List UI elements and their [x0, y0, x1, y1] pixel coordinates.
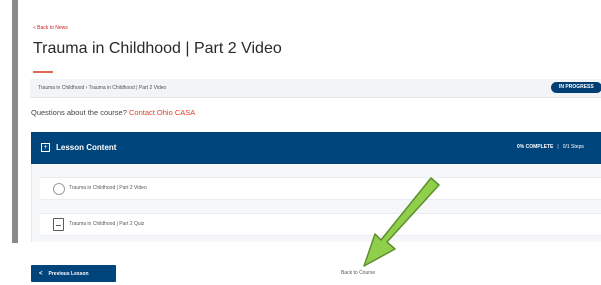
progress-steps: 0/1 Steps: [562, 144, 584, 150]
quiz-icon: [53, 218, 64, 231]
progress-indicator: 0% COMPLETE | 0/1 Steps: [517, 144, 584, 150]
breadcrumb-bar: Trauma in Childhood › Trauma in Childhoo…: [30, 79, 601, 98]
back-to-news-link[interactable]: « Back to News: [33, 25, 68, 31]
lesson-item[interactable]: Trauma in Childhood | Part 2 Quiz: [40, 213, 601, 236]
questions-text: Questions about the course?: [31, 108, 127, 117]
arrow-shape: [363, 177, 440, 267]
window-edge: [0, 0, 8, 285]
side-border: [12, 0, 18, 243]
questions-line: Questions about the course? Contact Ohio…: [31, 108, 195, 117]
lesson-content-header[interactable]: + Lesson Content 0% COMPLETE | 0/1 Steps: [31, 132, 601, 164]
title-divider: [33, 71, 53, 73]
previous-lesson-label: Previous Lesson: [48, 270, 89, 277]
page-title: Trauma in Childhood | Part 2 Video: [33, 40, 282, 57]
status-badge: IN PROGRESS: [551, 82, 601, 93]
contact-link[interactable]: Contact Ohio CASA: [129, 108, 195, 117]
lesson-item-label: Trauma in Childhood | Part 2 Quiz: [69, 221, 145, 227]
chevron-left-icon: <: [39, 270, 43, 277]
lesson-content-title: Lesson Content: [56, 143, 117, 152]
previous-lesson-button[interactable]: < Previous Lesson: [31, 265, 116, 282]
expand-icon[interactable]: +: [41, 143, 50, 152]
progress-separator: |: [557, 144, 559, 150]
breadcrumb[interactable]: Trauma in Childhood › Trauma in Childhoo…: [38, 85, 166, 91]
lesson-list: Trauma in Childhood | Part 2 Video Traum…: [31, 164, 601, 242]
lesson-item-label: Trauma in Childhood | Part 2 Video: [69, 185, 147, 191]
lesson-item[interactable]: Trauma in Childhood | Part 2 Video: [40, 177, 601, 200]
back-to-course-link[interactable]: Back to Course: [341, 270, 375, 276]
radio-circle-icon: [53, 183, 65, 195]
pointer-arrow-icon: [363, 177, 440, 267]
progress-percent: 0% COMPLETE: [517, 144, 554, 150]
